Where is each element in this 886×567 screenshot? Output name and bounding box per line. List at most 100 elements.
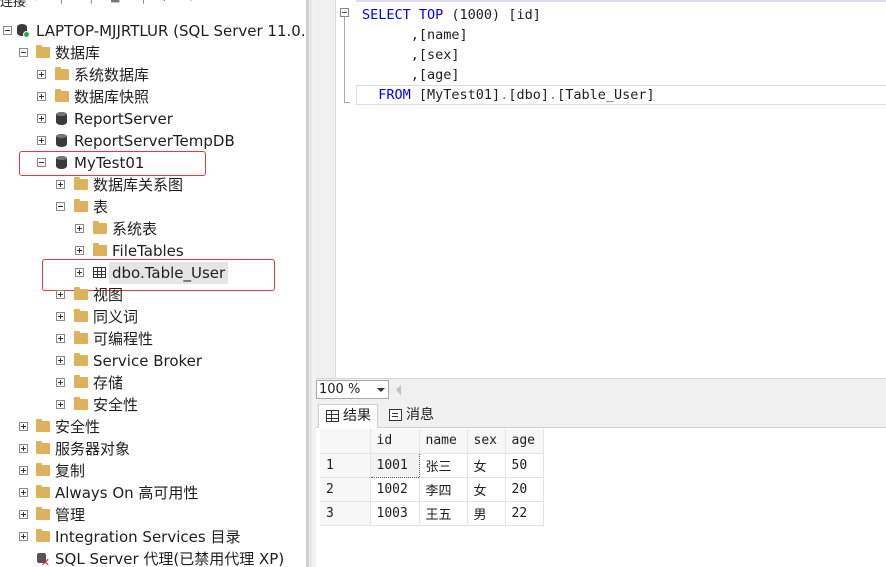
folder-icon [55,67,69,80]
grid-cell[interactable]: 20 [505,477,544,502]
grid-cell[interactable]: 王五 [419,501,468,526]
expand-icon[interactable] [19,466,28,475]
tree-node-server-objects[interactable]: 服务器对象 [0,438,306,460]
expand-icon[interactable] [56,378,65,387]
expand-icon[interactable] [19,488,28,497]
tree-node-system-databases[interactable]: 系统数据库 [0,64,306,86]
tree-node-reportserver[interactable]: ReportServer [0,108,306,130]
scroll-left-icon[interactable] [396,385,401,395]
grid-corner[interactable] [320,429,371,454]
zoom-select[interactable]: 100 % [316,380,389,399]
outline-guide-end [344,102,350,103]
tree-node-server[interactable]: LAPTOP-MJJRTLUR (SQL Server 11.0. [0,20,306,42]
activity-monitor-icon[interactable]: ∿ [185,0,197,3]
code-table: [Table_User] [557,87,655,103]
tree-node-security[interactable]: 安全性 [0,416,306,438]
tree-node-integration-services[interactable]: Integration Services 目录 [0,526,306,548]
expand-icon[interactable] [56,180,65,189]
refresh-icon[interactable]: ⇄ [162,0,174,3]
tree-node-system-tables[interactable]: 系统表 [0,218,306,240]
grid-cell[interactable]: 50 [505,453,544,478]
grid-cell[interactable]: 1003 [370,501,420,526]
expand-icon[interactable] [37,136,46,145]
collapse-icon[interactable] [19,48,28,57]
table-row: 3 1003 王五 男 22 [320,501,544,526]
tree-node-views[interactable]: 视图 [0,284,306,306]
pane-splitter[interactable] [306,0,316,567]
tree-node-db-security[interactable]: 安全性 [0,394,306,416]
tree-node-storage[interactable]: 存储 [0,372,306,394]
editor-margin [316,0,336,378]
tree-label-databases: 数据库 [55,44,101,62]
expand-icon[interactable] [37,92,46,101]
grid-header-row: id name sex age [320,429,544,454]
tree-node-tables[interactable]: 表 [0,196,306,218]
grid-column-header[interactable]: age [505,429,544,454]
disconnect-icon[interactable]: ╤ [88,0,100,3]
folder-icon [36,419,50,432]
expand-icon[interactable] [56,356,65,365]
folder-icon [36,507,50,520]
row-number[interactable]: 2 [320,477,371,502]
connect-object-icon[interactable]: ╤ [58,0,70,3]
collapse-icon[interactable] [3,26,12,35]
grid-cell[interactable]: 1001 [369,452,420,478]
outline-collapse-icon[interactable] [340,8,349,17]
folder-icon [74,199,88,212]
stop-icon[interactable]: ■ [110,0,122,3]
tree-label-diagrams: 数据库关系图 [93,176,184,194]
grid-cell[interactable]: 女 [467,453,506,478]
expand-icon[interactable] [19,532,28,541]
expand-icon[interactable] [56,290,65,299]
tree-label-reportservertempdb: ReportServerTempDB [74,132,235,150]
tree-node-sql-agent[interactable]: ✕ SQL Server 代理(已禁用代理 XP) [0,548,306,567]
expand-icon[interactable] [56,312,65,321]
collapse-icon[interactable] [56,202,65,211]
tree-node-reportservertempdb[interactable]: ReportServerTempDB [0,130,306,152]
expand-icon[interactable] [19,444,28,453]
filter-icon[interactable]: ╤ [140,0,152,3]
chevron-down-icon[interactable] [377,388,385,392]
query-editor[interactable]: SELECT TOP (1000) [id] ,[name] ,[sex] ,[… [316,0,886,378]
grid-cell[interactable]: 李四 [419,477,468,502]
expand-icon[interactable] [75,246,84,255]
tree-node-diagrams[interactable]: 数据库关系图 [0,174,306,196]
tree-node-synonyms[interactable]: 同义词 [0,306,306,328]
keyword-from: FROM [362,87,419,103]
expand-icon[interactable] [19,510,28,519]
expand-icon[interactable] [56,334,65,343]
tree-label-server: LAPTOP-MJJRTLUR (SQL Server 11.0. [36,22,306,40]
connect-button[interactable]: 连接 [0,0,26,10]
connect-dropdown-icon[interactable]: ▾ [34,0,46,3]
tab-messages[interactable]: 消息 [382,404,440,428]
expand-icon[interactable] [19,422,28,431]
tree-node-service-broker[interactable]: Service Broker [0,350,306,372]
tree-node-programmability[interactable]: 可编程性 [0,328,306,350]
grid-column-header[interactable]: name [419,429,468,454]
row-number[interactable]: 1 [320,453,371,478]
row-number[interactable]: 3 [320,501,371,526]
tab-results[interactable]: 结果 [318,404,378,428]
expand-icon[interactable] [37,70,46,79]
expand-icon[interactable] [56,400,65,409]
code-column-id: [id] [508,7,541,23]
results-tabs: 结果 消息 [316,400,886,428]
grid-cell[interactable]: 1002 [370,477,420,502]
expand-icon[interactable] [75,224,84,233]
expand-icon[interactable] [37,114,46,123]
grid-cell[interactable]: 男 [467,501,506,526]
tree-node-management[interactable]: 管理 [0,504,306,526]
grid-cell[interactable]: 张三 [419,453,468,478]
results-pane: 结果 消息 id name sex age 1 1001 张三 女 50 2 1… [316,400,886,567]
grid-column-header[interactable]: sex [467,429,506,454]
grid-column-header[interactable]: id [370,429,420,454]
tree-node-replication[interactable]: 复制 [0,460,306,482]
folder-icon [74,309,88,322]
results-grid[interactable]: id name sex age 1 1001 张三 女 50 2 1002 李四… [320,429,544,526]
grid-cell[interactable]: 22 [505,501,544,526]
code-line-2: ,[name] [362,27,468,43]
grid-cell[interactable]: 女 [467,477,506,502]
tree-node-databases[interactable]: 数据库 [0,42,306,64]
tree-node-snapshots[interactable]: 数据库快照 [0,86,306,108]
tree-node-always-on[interactable]: Always On 高可用性 [0,482,306,504]
